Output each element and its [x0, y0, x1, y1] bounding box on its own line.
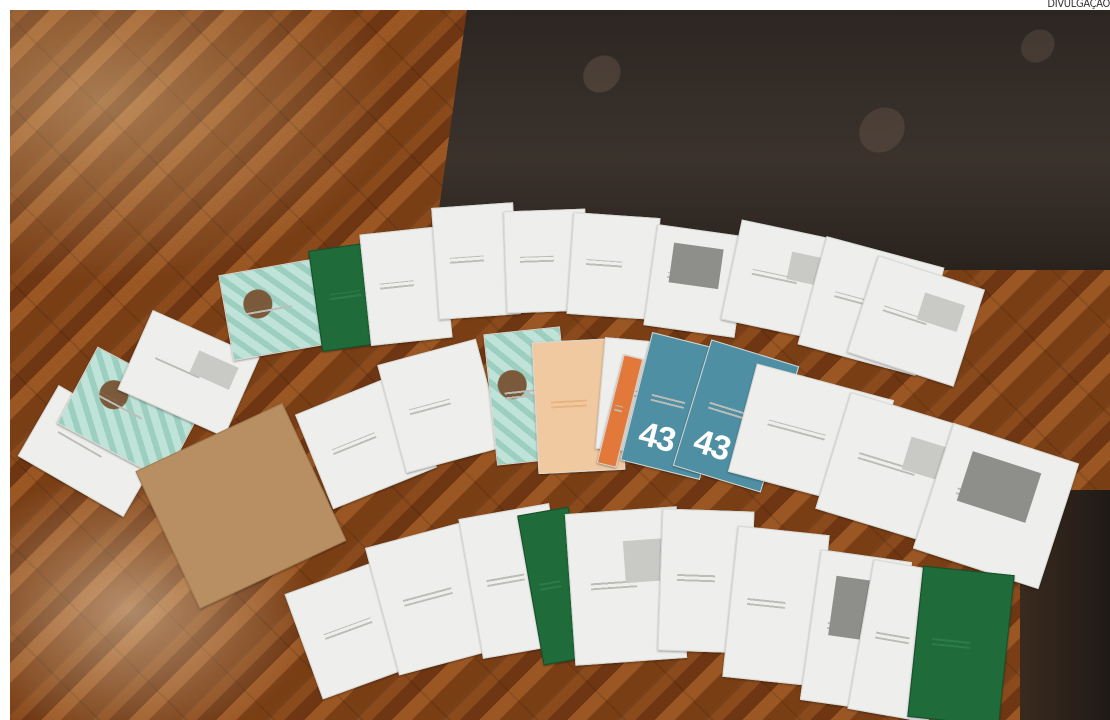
photo-envelopes-on-floor: 43 43: [10, 10, 1110, 720]
envelope-green: [907, 565, 1015, 720]
envelope-number: 43: [689, 421, 735, 469]
envelope-number: 43: [635, 414, 680, 460]
